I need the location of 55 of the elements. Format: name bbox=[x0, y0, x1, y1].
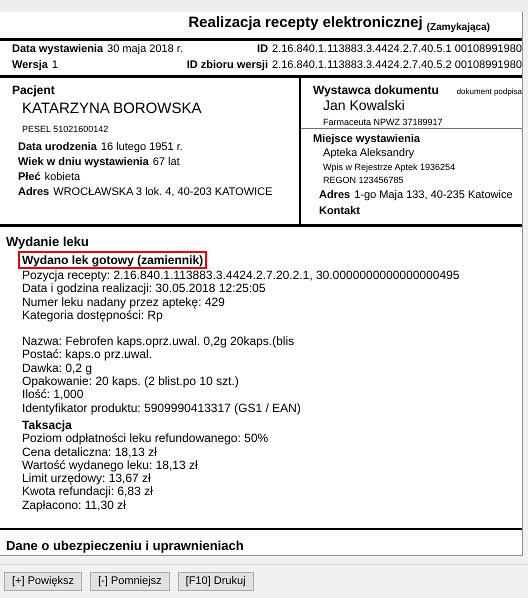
field-label: Data wystawienia bbox=[12, 42, 104, 58]
place-detail: Wpis w Rejestrze Aptek 1936254 bbox=[322, 162, 456, 174]
detail-line: Nazwa: Febrofen kaps.oprz.uwal. 0,2g 20kaps.(blis bbox=[22, 335, 296, 348]
field-label: Data urodzenia bbox=[18, 140, 97, 155]
detail-line: Dawka: 0,2 g bbox=[22, 362, 94, 376]
field-label: Adres bbox=[319, 188, 350, 204]
field-label: ID zbioru wersji bbox=[186, 58, 268, 74]
place-detail: REGON 123456785 bbox=[322, 174, 405, 188]
issuer-detail: Farmaceuta NPWZ 37189917 bbox=[322, 116, 444, 128]
document-status: (Zamykająca) bbox=[426, 20, 490, 35]
section-heading: Dane o ubezpieczeniu i uprawnieniach bbox=[6, 536, 245, 555]
document-title: Realizacja recepty elektronicznej bbox=[188, 13, 423, 34]
issuer-name: Jan Kowalski bbox=[322, 96, 406, 114]
detail-line: Limit urzędowy: 13,67 zł bbox=[22, 472, 152, 486]
field-label: Wiek w dniu wystawienia bbox=[18, 154, 149, 170]
field-label: Adres bbox=[18, 184, 50, 200]
detail-line: Kwota refundacji: 6,83 zł bbox=[22, 485, 154, 499]
detail-line: Cena detaliczna: 18,13 zł bbox=[22, 446, 158, 459]
detail-line: Opakowanie: 20 kaps. (2 blist.po 10 szt.) bbox=[22, 375, 240, 388]
section-heading: Wystawca dokumentu bbox=[313, 82, 439, 99]
detail-line: Identyfikator produktu: 5909990413317 (GS1 / EAN) bbox=[22, 402, 302, 415]
section-heading: Pacjent bbox=[12, 82, 56, 97]
field-label: Wersja bbox=[12, 58, 48, 74]
section-heading: Miejsce wystawienia bbox=[313, 132, 421, 146]
section-heading: Wydanie leku bbox=[6, 233, 90, 249]
field-value: 30 maja 2018 r. bbox=[107, 42, 184, 58]
field-label: ID bbox=[257, 42, 268, 58]
toolbar-button[interactable]: [-] Pomniejsz bbox=[90, 572, 170, 591]
field-value: 2.16.840.1.113883.3.4424.2.7.40.5.2 00108991980 bbox=[272, 58, 522, 74]
detail-line: Ilość: 1,000 bbox=[22, 388, 84, 402]
detail-line: Postać: kaps.o prz.uwal. bbox=[22, 348, 152, 362]
subsection-heading: Taksacja bbox=[22, 418, 73, 432]
field-value: 67 lat bbox=[152, 154, 180, 170]
patient-name: KATARZYNA BOROWSKA bbox=[21, 98, 202, 119]
field-value: 16 lutego 1951 r. bbox=[100, 140, 183, 155]
detail-line: Data i godzina realizacji: 30.05.2018 12:25:05 bbox=[22, 282, 267, 296]
toolbar-button[interactable]: [+] Powiększ bbox=[4, 572, 82, 591]
detail-line: Wartość wydanego leku: 18,13 zł bbox=[22, 458, 199, 472]
field-value: WROCŁAWSKA 3 lok. 4, 40-203 KATOWICE bbox=[53, 184, 272, 200]
place-name: Apteka Aleksandry bbox=[322, 146, 416, 162]
patient-id: PESEL 51021600142 bbox=[21, 123, 110, 136]
field-label: Płeć bbox=[18, 170, 41, 185]
detail-line: Poziom odpłatności leku refundowanego: 50% bbox=[22, 432, 270, 446]
detail-line: Pozycja recepty: 2.16.840.1.113883.3.4424.2.7.20.2.1, 30.0000000000000000495 bbox=[22, 269, 460, 282]
signature-note: dokument podpisa bbox=[456, 86, 522, 98]
field-value: 2.16.840.1.113883.3.4424.2.7.40.5.1 00108991980 bbox=[272, 42, 522, 58]
field-value: 1 bbox=[52, 58, 59, 74]
detail-line: Kategoria dostępności: Rp bbox=[22, 308, 163, 322]
detail-line: Numer leku nadany przez aptekę: 429 bbox=[22, 296, 226, 309]
field-value: 1-go Maja 133, 40-235 Katowice bbox=[354, 188, 513, 204]
toolbar-button[interactable]: [F10] Drukuj bbox=[178, 572, 254, 591]
status-text: Wydano lek gotowy (zamiennik) bbox=[18, 251, 208, 269]
detail-line: Zapłacono: 11,30 zł bbox=[22, 498, 127, 512]
field-label: Kontakt bbox=[319, 204, 360, 220]
field-value: kobieta bbox=[44, 170, 80, 185]
